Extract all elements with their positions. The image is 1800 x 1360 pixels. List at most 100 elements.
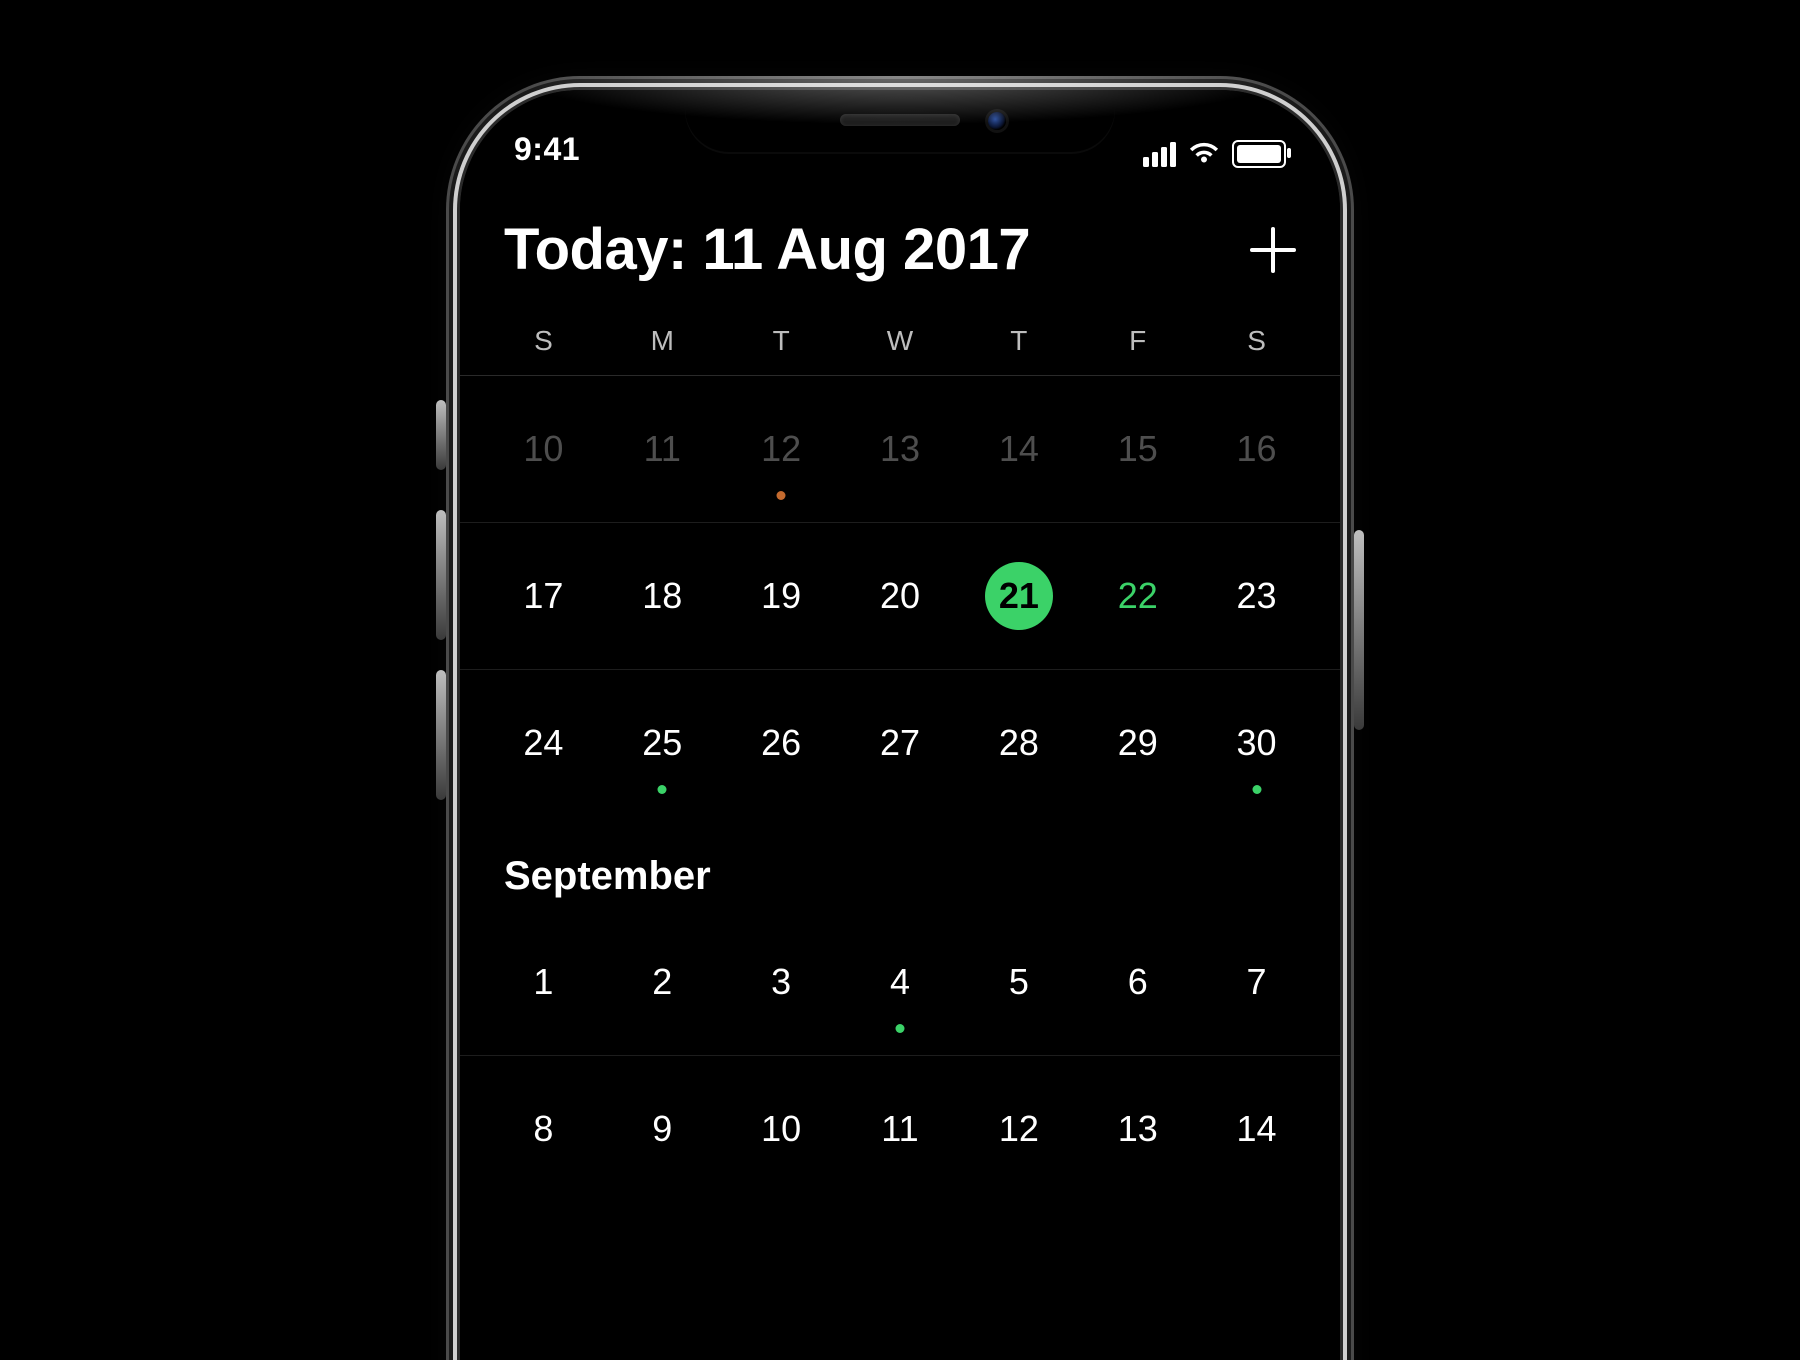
- calendar-day[interactable]: 22: [1078, 523, 1197, 669]
- calendar-day[interactable]: 14: [959, 376, 1078, 522]
- day-number: 29: [1118, 722, 1158, 764]
- calendar-day[interactable]: 3: [722, 909, 841, 1055]
- day-number: 8: [533, 1108, 553, 1150]
- calendar-day[interactable]: 17: [484, 523, 603, 669]
- day-number: 9: [652, 1108, 672, 1150]
- calendar-day[interactable]: 6: [1078, 909, 1197, 1055]
- weekday-label: F: [1078, 325, 1197, 357]
- day-number: 22: [1118, 575, 1158, 617]
- day-number: 24: [523, 722, 563, 764]
- day-number: 14: [999, 428, 1039, 470]
- weekday-header: S M T W T F S: [460, 307, 1340, 376]
- calendar-day[interactable]: 11: [603, 376, 722, 522]
- calendar-day[interactable]: 7: [1197, 909, 1316, 1055]
- day-number: 13: [880, 428, 920, 470]
- calendar-day-selected[interactable]: 21: [959, 523, 1078, 669]
- calendar-day[interactable]: 25: [603, 670, 722, 816]
- status-bar: 9:41: [460, 90, 1340, 172]
- calendar-day[interactable]: 9: [603, 1056, 722, 1202]
- day-number: 16: [1237, 428, 1277, 470]
- calendar-row: 24 25 26 27 28 29 30: [460, 670, 1340, 816]
- calendar-day[interactable]: 11: [841, 1056, 960, 1202]
- title-bar: Today: 11 Aug 2017: [460, 172, 1340, 307]
- day-number: 13: [1118, 1108, 1158, 1150]
- stage: 9:41 Today: 11 Aug 2017 S M: [0, 0, 1800, 1360]
- phone-screen: 9:41 Today: 11 Aug 2017 S M: [460, 90, 1340, 1360]
- calendar-day[interactable]: 13: [841, 376, 960, 522]
- weekday-label: S: [484, 325, 603, 357]
- day-number: 7: [1247, 961, 1267, 1003]
- day-number: 2: [652, 961, 672, 1003]
- calendar-day[interactable]: 20: [841, 523, 960, 669]
- calendar-day[interactable]: 4: [841, 909, 960, 1055]
- day-number: 25: [642, 722, 682, 764]
- app-content: 9:41 Today: 11 Aug 2017 S M: [460, 90, 1340, 1360]
- day-number: 26: [761, 722, 801, 764]
- day-number: 12: [999, 1108, 1039, 1150]
- day-number: 19: [761, 575, 801, 617]
- phone-switch: [436, 400, 446, 470]
- calendar-grid: 1011121314151617181920212223242526272829…: [460, 376, 1340, 1202]
- wifi-icon: [1188, 142, 1220, 166]
- cellular-icon: [1143, 142, 1176, 167]
- status-indicators: [1143, 140, 1286, 168]
- calendar-day[interactable]: 23: [1197, 523, 1316, 669]
- calendar-day[interactable]: 10: [722, 1056, 841, 1202]
- weekday-label: T: [959, 325, 1078, 357]
- day-number: 17: [523, 575, 563, 617]
- calendar-day[interactable]: 15: [1078, 376, 1197, 522]
- calendar-day[interactable]: 26: [722, 670, 841, 816]
- day-number: 4: [890, 961, 910, 1003]
- weekday-label: T: [722, 325, 841, 357]
- day-number: 11: [881, 1108, 918, 1150]
- day-number: 28: [999, 722, 1039, 764]
- battery-icon: [1232, 140, 1286, 168]
- day-number: 20: [880, 575, 920, 617]
- day-number: 30: [1237, 722, 1277, 764]
- status-time: 9:41: [514, 131, 580, 168]
- month-label: September: [460, 816, 1340, 909]
- phone-vol-up: [436, 510, 446, 640]
- calendar-day[interactable]: 30: [1197, 670, 1316, 816]
- day-number: 6: [1128, 961, 1148, 1003]
- calendar-day[interactable]: 19: [722, 523, 841, 669]
- calendar-day[interactable]: 8: [484, 1056, 603, 1202]
- day-number: 12: [761, 428, 801, 470]
- phone-vol-down: [436, 670, 446, 800]
- calendar-day[interactable]: 1: [484, 909, 603, 1055]
- event-dot-icon: [1252, 785, 1261, 794]
- phone-frame: 9:41 Today: 11 Aug 2017 S M: [460, 90, 1340, 1360]
- calendar-day[interactable]: 18: [603, 523, 722, 669]
- calendar-day[interactable]: 5: [959, 909, 1078, 1055]
- calendar-day[interactable]: 14: [1197, 1056, 1316, 1202]
- calendar-row: 1 2 3 4 5 6 7: [460, 909, 1340, 1056]
- weekday-label: W: [841, 325, 960, 357]
- calendar-row: 10 11 12 13 14 15 16: [460, 376, 1340, 523]
- event-dot-icon: [658, 785, 667, 794]
- event-dot-icon: [895, 1024, 904, 1033]
- calendar-day[interactable]: 2: [603, 909, 722, 1055]
- day-number: 5: [1009, 961, 1029, 1003]
- page-title: Today: 11 Aug 2017: [504, 216, 1030, 283]
- day-number: 18: [642, 575, 682, 617]
- day-number: 11: [644, 428, 681, 470]
- weekday-label: S: [1197, 325, 1316, 357]
- weekday-label: M: [603, 325, 722, 357]
- calendar-day[interactable]: 10: [484, 376, 603, 522]
- calendar-row: 17 18 19 20 21 22 23: [460, 523, 1340, 670]
- phone-power: [1354, 530, 1364, 730]
- calendar-day[interactable]: 12: [722, 376, 841, 522]
- calendar-row: 8 9 10 11 12 13 14: [460, 1056, 1340, 1202]
- day-number: 1: [533, 961, 553, 1003]
- calendar-day[interactable]: 12: [959, 1056, 1078, 1202]
- calendar-day[interactable]: 13: [1078, 1056, 1197, 1202]
- add-button[interactable]: [1250, 227, 1296, 273]
- calendar-day[interactable]: 28: [959, 670, 1078, 816]
- event-dot-icon: [777, 491, 786, 500]
- calendar-day[interactable]: 16: [1197, 376, 1316, 522]
- calendar-day[interactable]: 24: [484, 670, 603, 816]
- calendar-day[interactable]: 27: [841, 670, 960, 816]
- day-number: 27: [880, 722, 920, 764]
- day-number: 3: [771, 961, 791, 1003]
- calendar-day[interactable]: 29: [1078, 670, 1197, 816]
